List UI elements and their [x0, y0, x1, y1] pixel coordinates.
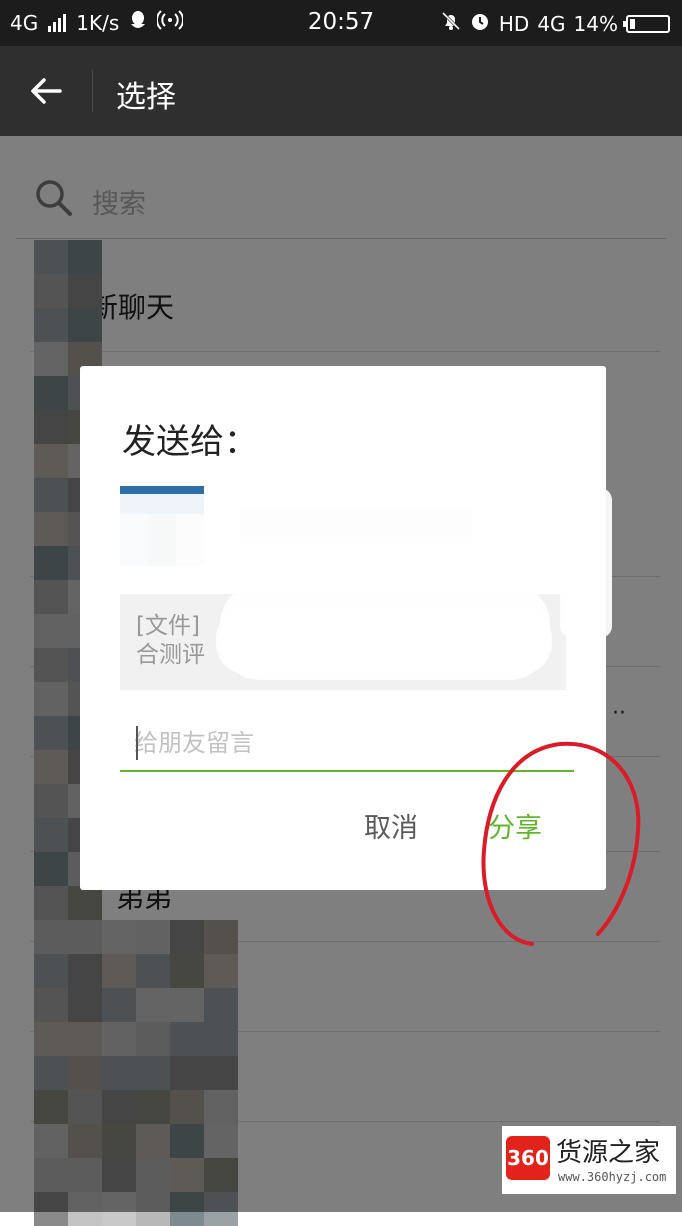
watermark-brand: 货源之家 — [556, 1138, 661, 1168]
title-divider — [92, 70, 93, 112]
bell-muted-icon — [441, 11, 461, 36]
annotation-circle — [481, 741, 641, 946]
watermark-logo: 360 — [506, 1136, 550, 1180]
network-type-2: 4G — [537, 11, 566, 36]
battery-percent: 14% — [573, 11, 618, 36]
dialog-title: 发送给： — [122, 422, 258, 462]
watermark: 360 货源之家 www.360hyzj.com — [502, 1126, 676, 1194]
arrow-left-icon — [31, 78, 62, 104]
redaction-smudge — [560, 488, 612, 638]
redaction-smudge — [220, 584, 550, 680]
text-caret — [136, 726, 138, 760]
title-bar: 选择 — [0, 46, 682, 136]
status-bar: 4G 1K/s 20:57 HD 4G 14% — [0, 0, 682, 46]
page-title: 选择 — [116, 80, 176, 115]
hd-indicator: HD — [498, 11, 530, 36]
back-button[interactable] — [24, 68, 70, 114]
alarm-icon — [469, 10, 491, 37]
cancel-button[interactable]: 取消 — [364, 806, 418, 845]
watermark-url: www.360hyzj.com — [558, 1170, 667, 1184]
redaction-smudge — [100, 494, 480, 572]
battery-icon — [623, 14, 670, 33]
